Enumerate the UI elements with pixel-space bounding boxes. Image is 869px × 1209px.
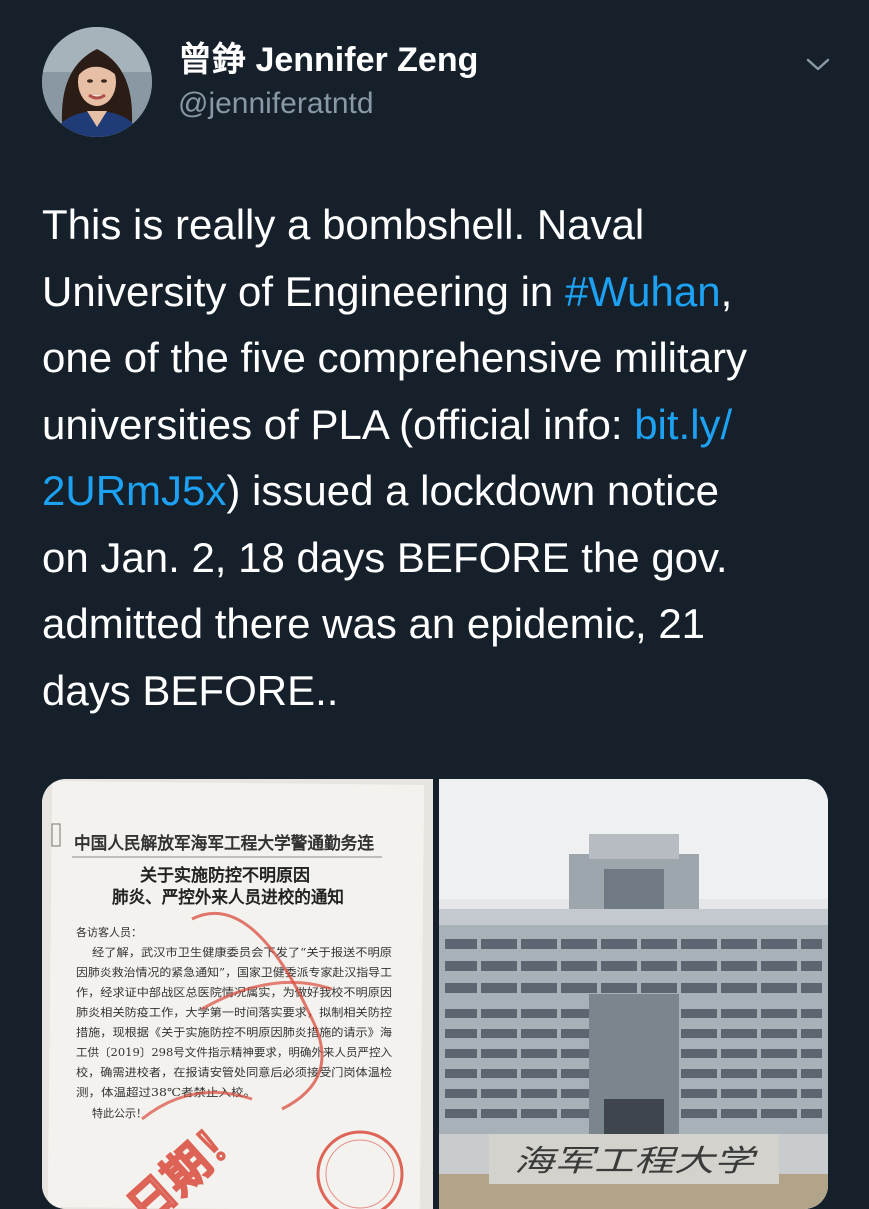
media-grid: 中国人民解放军海军工程大学警通勤务连 关于实施防控不明原因 肺炎、严控外来人员进… (42, 779, 828, 1209)
hashtag-link[interactable]: #Wuhan (565, 268, 721, 315)
tweet-line: This is really a bombshell. Naval (42, 201, 645, 248)
tweet-line: one of the five comprehensive military (42, 334, 747, 381)
notice-body-line: 作，经求证中部战区总医院情况属实，为做好我校不明原因 (76, 985, 392, 999)
notice-body-line: 因肺炎救治情况的紧急通知”，国家卫健委派专家赴汉指导工 (76, 965, 392, 979)
notice-body-line: 工供〔2019〕298号文件指示精神要求，明确外来人员严控入 (76, 1045, 392, 1059)
tweet-text-segment: universities of PLA (official info: (42, 400, 635, 448)
url-link[interactable]: bit.ly/ (634, 401, 732, 448)
tweet-text-segment: University of Engineering in (42, 267, 565, 315)
notice-document-image[interactable]: 中国人民解放军海军工程大学警通勤务连 关于实施防控不明原因 肺炎、严控外来人员进… (42, 779, 433, 1209)
building-photo: 海军工程大学 (439, 779, 828, 1209)
notice-title-1: 关于实施防控不明原因 (140, 865, 310, 886)
notice-closing: 特此公示！ (92, 1106, 147, 1120)
url-link-continued[interactable]: 2URmJ5x (42, 467, 226, 514)
tweet-line: 2URmJ5x) issued a lockdown notice (42, 458, 842, 525)
avatar[interactable] (42, 27, 152, 137)
notice-body-line: 措施，现根据《关于实施防控不明原因肺炎措施的请示》海 (76, 1025, 392, 1039)
tweet-line: on Jan. 2, 18 days BEFORE the gov. (42, 533, 728, 581)
tweet-text-segment: ) issued a lockdown notice (226, 467, 719, 514)
notice-header: 中国人民解放军海军工程大学警通勤务连 (74, 833, 375, 854)
notice-salutation: 各访客人员： (76, 925, 142, 939)
university-building-image[interactable]: 海军工程大学 (439, 779, 828, 1209)
author-handle[interactable]: @jenniferatntd (178, 86, 374, 122)
notice-document: 中国人民解放军海军工程大学警通勤务连 关于实施防控不明原因 肺炎、严控外来人员进… (42, 779, 433, 1209)
tweet-line: universities of PLA (official info: bit.… (42, 392, 842, 459)
author-display-name[interactable]: 曾錚 Jennifer Zeng (178, 40, 478, 80)
university-sign: 海军工程大学 (514, 1144, 758, 1179)
tweet-line: admitted there was an epidemic, 21 (42, 600, 706, 647)
tweet-text: This is really a bombshell. Naval Univer… (42, 192, 842, 724)
notice-title-2: 肺炎、严控外来人员进校的通知 (112, 887, 344, 908)
tweet-line: days BEFORE.. (42, 666, 339, 714)
tweet-line: University of Engineering in #Wuhan, (42, 259, 842, 326)
notice-body-line: 校，确需进校者，在报请安管处同意后必须接受门岗体温检 (76, 1065, 392, 1079)
tweet-text-segment: , (720, 267, 733, 315)
notice-body-line: 经了解，武汉市卫生健康委员会下发了“关于报送不明原 (92, 945, 392, 959)
notice-body-line: 肺炎相关防疫工作，大学第一时间落实要求，拟制相关防控 (76, 1005, 392, 1019)
chevron-down-icon[interactable] (800, 50, 836, 80)
avatar-photo (42, 27, 152, 137)
